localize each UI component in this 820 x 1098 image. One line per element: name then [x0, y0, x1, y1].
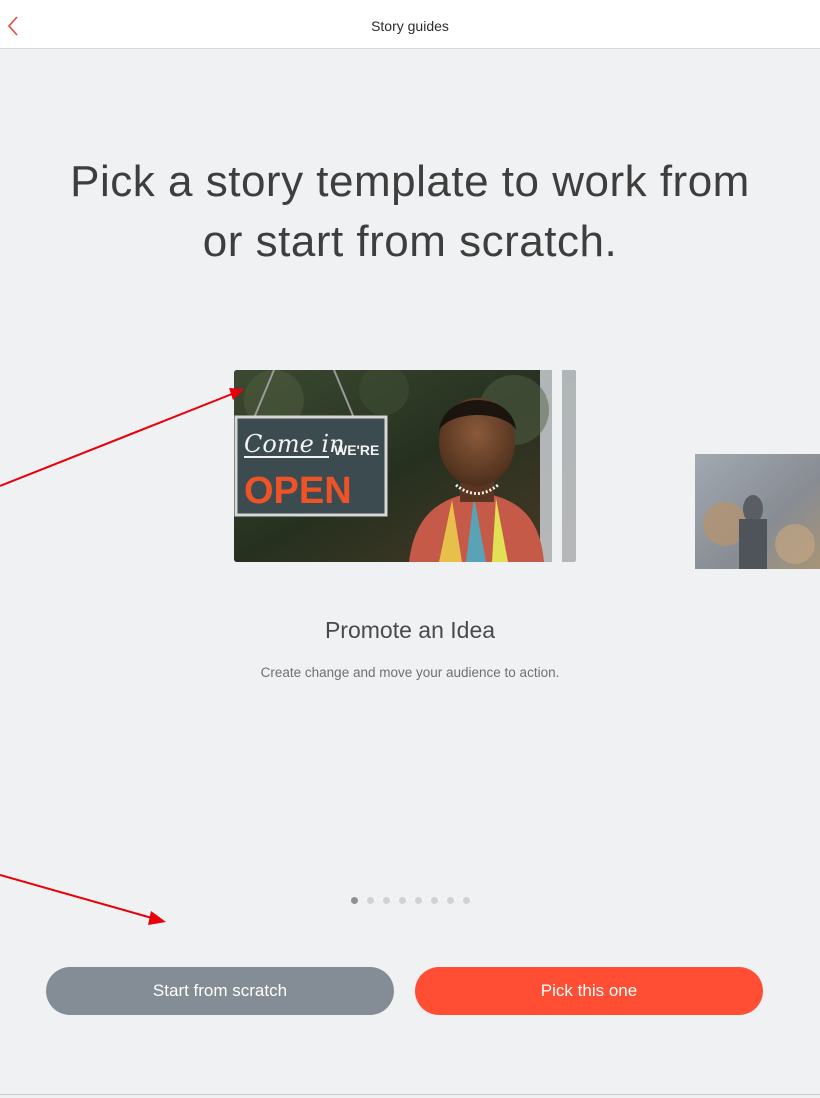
page-dot-2[interactable]	[366, 897, 374, 904]
annotation-arrow-to-thumbnail	[0, 393, 233, 487]
page-dot-4[interactable]	[398, 897, 406, 904]
headline-line-2: or start from scratch.	[202, 217, 618, 266]
bottom-divider	[0, 1094, 820, 1095]
page-title: Story guides	[371, 18, 449, 34]
template-name: Promote an Idea	[324, 617, 496, 643]
headline-line-1: Pick a story template to work from	[70, 157, 750, 206]
navigation-bar: Story guides	[0, 0, 820, 49]
next-template-thumbnail-image	[695, 454, 820, 569]
template-card-next[interactable]	[695, 454, 820, 569]
template-card-promote-an-idea[interactable]: Come in WE'RE OPEN	[234, 370, 576, 562]
pick-this-one-button[interactable]: Pick this one	[415, 967, 763, 1015]
template-description: Create change and move your audience to …	[260, 665, 560, 680]
page-dot-8[interactable]	[462, 897, 470, 904]
page-dot-7[interactable]	[446, 897, 454, 904]
sign-script-text: Come in	[244, 430, 345, 458]
annotation-arrowhead-2	[148, 911, 166, 925]
page-dot-6[interactable]	[430, 897, 438, 904]
page-dot-1[interactable]	[350, 897, 358, 904]
page-dot-3[interactable]	[382, 897, 390, 904]
headline: Pick a story template to work from or st…	[0, 152, 820, 272]
sign-small-text: WE'RE	[334, 442, 379, 458]
page-indicator	[0, 897, 820, 904]
template-thumbnail-image: Come in WE'RE OPEN	[234, 370, 576, 562]
sign-big-text: OPEN	[244, 470, 352, 512]
start-from-scratch-button[interactable]: Start from scratch	[46, 967, 394, 1015]
page-dot-5[interactable]	[414, 897, 422, 904]
